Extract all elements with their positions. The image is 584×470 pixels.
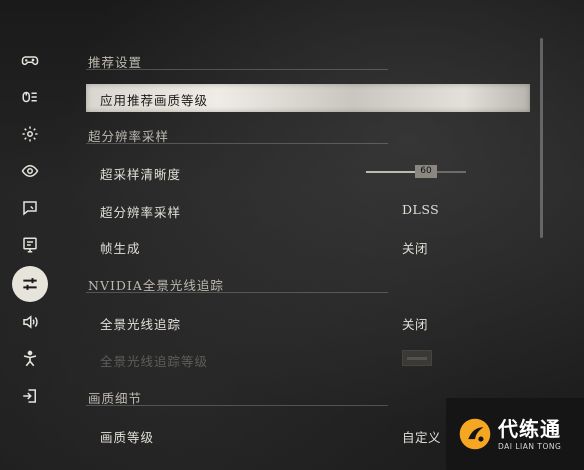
section-divider: [86, 405, 388, 406]
section-divider: [86, 292, 388, 293]
apply-recommended-label: 应用推荐画质等级: [100, 93, 209, 108]
ray-tracing-label: 全景光线追踪: [100, 317, 182, 332]
nav-audio[interactable]: [13, 305, 47, 339]
section-divider: [86, 143, 388, 144]
frame-generation-value: 关闭: [402, 241, 429, 256]
nav-keyboard[interactable]: [13, 80, 47, 114]
nav-controller[interactable]: [13, 43, 47, 77]
watermark-text: 代练通 DAI LIAN TONG: [498, 418, 561, 451]
ray-tracing-level-row: 全景光线追踪等级: [86, 345, 530, 373]
ray-tracing-value: 关闭: [402, 317, 429, 332]
ray-tracing-level-toggle: [402, 350, 432, 366]
quality-level-value: 自定义: [402, 430, 442, 445]
nav-accessibility[interactable]: [13, 342, 47, 376]
upscaling-method-value: DLSS: [402, 202, 440, 217]
upscaling-method-row[interactable]: 超分辨率采样 DLSS: [86, 196, 530, 224]
ray-tracing-level-label: 全景光线追踪等级: [100, 354, 209, 369]
nav-graphics[interactable]: [12, 266, 48, 302]
monitor-icon: [23, 237, 37, 253]
section-divider: [86, 69, 388, 70]
quality-level-label: 画质等级: [100, 430, 155, 445]
gamepad-icon: [21, 56, 39, 66]
ray-tracing-row[interactable]: 全景光线追踪 关闭: [86, 308, 530, 336]
watermark-sub-text: DAI LIAN TONG: [498, 441, 562, 451]
gear-icon: [22, 126, 38, 142]
frame-generation-row[interactable]: 帧生成 关闭: [86, 232, 530, 260]
settings-scrollbar[interactable]: [540, 38, 543, 238]
chat-bubble-icon: [23, 201, 37, 216]
sliders-icon: [23, 278, 37, 290]
sharpness-value-badge[interactable]: 60: [415, 165, 437, 178]
nav-display[interactable]: [13, 154, 47, 188]
nav-exit[interactable]: [13, 379, 47, 413]
upscaling-method-label: 超分辨率采样: [100, 205, 182, 220]
nav-language[interactable]: [13, 191, 47, 225]
settings-sidebar: [0, 0, 60, 470]
watermark: 代练通 DAI LIAN TONG: [446, 398, 584, 470]
exit-icon: [23, 389, 36, 403]
sharpness-row[interactable]: 超采样清晰度 60: [86, 158, 530, 186]
sharpness-label: 超采样清晰度: [100, 167, 182, 182]
nav-screen[interactable]: [13, 228, 47, 262]
watermark-main-text: 代练通: [498, 416, 561, 441]
frame-generation-label: 帧生成: [100, 241, 141, 256]
accessibility-icon: [23, 350, 37, 367]
brand-logo-icon: [459, 418, 491, 450]
speaker-icon: [23, 315, 38, 329]
nav-general[interactable]: [13, 117, 47, 151]
apply-recommended-row[interactable]: 应用推荐画质等级: [86, 84, 530, 112]
keyboard-mouse-icon: [22, 91, 37, 103]
eye-icon: [21, 164, 39, 178]
